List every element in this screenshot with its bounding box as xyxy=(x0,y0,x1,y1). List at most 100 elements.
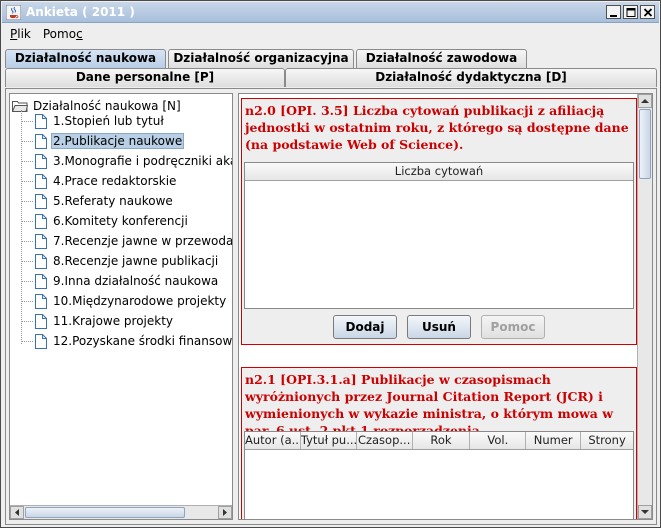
document-icon xyxy=(35,193,47,209)
tree-item-label: 3.Monografie i podręczniki akad xyxy=(53,154,233,168)
minimize-button[interactable] xyxy=(606,5,621,19)
category-tree[interactable]: Działalność naukowa [N] 1.Stopień lub ty… xyxy=(9,93,233,520)
column-header-numer[interactable]: Numer xyxy=(526,432,582,449)
tree-item-label: 6.Komitety konferencji xyxy=(53,214,188,228)
scroll-down-button[interactable] xyxy=(638,505,652,519)
column-header-rok[interactable]: Rok xyxy=(413,432,471,449)
tree-connector xyxy=(21,280,33,282)
tab-row-1: Działalność naukowa [N] Działalność orga… xyxy=(5,49,657,82)
detail-vertical-scrollbar[interactable] xyxy=(637,94,652,519)
close-button[interactable] xyxy=(640,5,655,19)
tab-dzialalnosc-dydaktyczna[interactable]: Działalność dydaktyczna [D] xyxy=(285,68,657,87)
tab-dzialalnosc-organizacyjna[interactable]: Działalność organizacyjna [O] xyxy=(168,49,354,82)
tab-dzialalnosc-zawodowa[interactable]: Działalność zawodowa [Z] xyxy=(356,49,527,82)
tree-item-11-krajowe-projekty[interactable]: 11.Krajowe projekty xyxy=(21,311,175,331)
tree-connector xyxy=(21,240,33,242)
tree-item-2-publikacje-naukowe[interactable]: 2.Publikacje naukowe xyxy=(21,131,185,151)
column-header-strony[interactable]: Strony xyxy=(581,432,633,449)
column-header-czasop[interactable]: Czasop... xyxy=(357,432,413,449)
tree-connector xyxy=(21,200,33,202)
menu-pomoc-rest: Pomo xyxy=(42,27,77,41)
document-icon xyxy=(35,173,47,189)
document-icon xyxy=(35,233,47,249)
tree-item-label: 4.Prace redaktorskie xyxy=(53,174,177,188)
table-header: Autor (a... Tytuł pu... Czasop... Rok Vol. Nu… xyxy=(245,432,633,450)
document-icon xyxy=(35,113,47,129)
java-cup-icon xyxy=(6,5,21,20)
document-icon xyxy=(35,213,47,229)
tree-item-label: 9.Inna działalność naukowa xyxy=(53,274,219,288)
scroll-right-button[interactable] xyxy=(218,506,232,519)
tree-item-label: 11.Krajowe projekty xyxy=(53,314,174,328)
tree-item-12-pozyskane-srodki-finansowe[interactable]: 12.Pozyskane środki finansowe xyxy=(21,331,233,351)
tree-connector xyxy=(21,140,33,142)
citations-table[interactable]: Liczba cytowań xyxy=(244,162,634,309)
tree-item-label: 2.Publikacje naukowe xyxy=(51,133,185,149)
tree-item-label: 10.Międzynarodowe projekty xyxy=(53,294,227,308)
window-controls xyxy=(606,5,655,19)
help-button: Pomoc xyxy=(481,315,545,339)
document-icon xyxy=(35,293,47,309)
section-n2-1-title: n2.1 [OPI.3.1.a] Publikacje w czasopisma… xyxy=(245,372,614,438)
tab-dzialalnosc-naukowa[interactable]: Działalność naukowa [N] xyxy=(5,49,166,82)
scroll-thumb[interactable] xyxy=(25,507,185,518)
tree-item-4-prace-redaktorskie[interactable]: 4.Prace redaktorskie xyxy=(21,171,178,191)
tree-horizontal-scrollbar[interactable] xyxy=(10,505,232,519)
tree-item-5-referaty-naukowe[interactable]: 5.Referaty naukowe xyxy=(21,191,175,211)
tree-item-label: 12.Pozyskane środki finansowe xyxy=(53,334,233,348)
section-n2-0: n2.0 [OPI. 3.5] Liczba cytowań publikacj… xyxy=(241,98,637,345)
maximize-button[interactable] xyxy=(623,5,638,19)
tree-item-3-monografie-i-podreczniki-akad[interactable]: 3.Monografie i podręczniki akad xyxy=(21,151,233,171)
document-icon xyxy=(35,333,47,349)
tree-item-9-inna-dzialalnosc-naukowa[interactable]: 9.Inna działalność naukowa xyxy=(21,271,220,291)
column-header-tytul-pu[interactable]: Tytuł pu... xyxy=(301,432,357,449)
tab-dane-personalne[interactable]: Dane personalne [P] xyxy=(5,68,285,87)
detail-panel: n2.0 [OPI. 3.5] Liczba cytowań publikacj… xyxy=(238,93,653,520)
tree-item-label: 1.Stopień lub tytuł xyxy=(53,114,164,128)
column-header-liczba-cytowan[interactable]: Liczba cytowań xyxy=(245,163,633,180)
menu-plik[interactable]: Plik xyxy=(10,27,31,41)
document-icon xyxy=(35,273,47,289)
remove-button[interactable]: Usuń xyxy=(407,315,471,339)
document-icon xyxy=(35,133,47,149)
add-button[interactable]: Dodaj xyxy=(333,315,397,339)
tree-item-8-recenzje-jawne-publikacji[interactable]: 8.Recenzje jawne publikacji xyxy=(21,251,220,271)
document-icon xyxy=(35,153,47,169)
window-title: Ankieta ( 2011 ) xyxy=(26,5,135,19)
menu-plik-rest: lik xyxy=(17,27,31,41)
jcr-publications-table[interactable]: Autor (a... Tytuł pu... Czasop... Rok Vol. Nu… xyxy=(244,431,634,519)
column-header-vol[interactable]: Vol. xyxy=(470,432,527,449)
section-n2-0-title: n2.0 [OPI. 3.5] Liczba cytowań publikacj… xyxy=(245,103,629,152)
tree-item-1-stopien-lub-tytul[interactable]: 1.Stopień lub tytuł xyxy=(21,111,166,131)
scroll-left-button[interactable] xyxy=(10,506,24,519)
tree-connector xyxy=(21,120,33,122)
scroll-up-button[interactable] xyxy=(638,94,652,108)
close-icon xyxy=(643,8,653,17)
section-n2-1: n2.1 [OPI.3.1.a] Publikacje w czasopisma… xyxy=(241,367,637,519)
tree-connector xyxy=(21,340,33,342)
maximize-icon xyxy=(626,8,636,17)
document-icon xyxy=(35,313,47,329)
tab-row-2: Dane personalne [P] Działalność dydaktyc… xyxy=(5,68,657,87)
document-icon xyxy=(35,253,47,269)
tree-connector xyxy=(21,300,33,302)
tab-content: Działalność naukowa [N] 1.Stopień lub ty… xyxy=(5,88,657,525)
tree-item-7-recenzje-jawne-w-przewodac[interactable]: 7.Recenzje jawne w przewodac xyxy=(21,231,233,251)
column-header-autor-a[interactable]: Autor (a... xyxy=(245,432,301,449)
title-bar[interactable]: Ankieta ( 2011 ) xyxy=(2,2,659,23)
menu-bar: Plik Pomoc xyxy=(2,24,659,44)
tree-connector xyxy=(21,220,33,222)
tree-connector xyxy=(21,260,33,262)
menu-pomoc-mnemonic: c xyxy=(76,27,83,41)
arrow-up-icon xyxy=(641,99,649,103)
tree-item-10-miedzynarodowe-projekty[interactable]: 10.Międzynarodowe projekty xyxy=(21,291,228,311)
menu-pomoc[interactable]: Pomoc xyxy=(43,27,83,41)
minimize-icon xyxy=(610,15,617,17)
tree-item-label: 8.Recenzje jawne publikacji xyxy=(53,254,219,268)
tree-item-label: 7.Recenzje jawne w przewodac xyxy=(53,234,233,248)
application-window: Ankieta ( 2011 ) Plik Pomoc Działalność … xyxy=(0,0,661,528)
scroll-thumb[interactable] xyxy=(639,109,651,179)
section-n2-0-buttons: Dodaj Usuń Pomoc xyxy=(242,315,636,339)
tree-item-6-komitety-konferencji[interactable]: 6.Komitety konferencji xyxy=(21,211,190,231)
tree-item-label: 5.Referaty naukowe xyxy=(53,194,173,208)
